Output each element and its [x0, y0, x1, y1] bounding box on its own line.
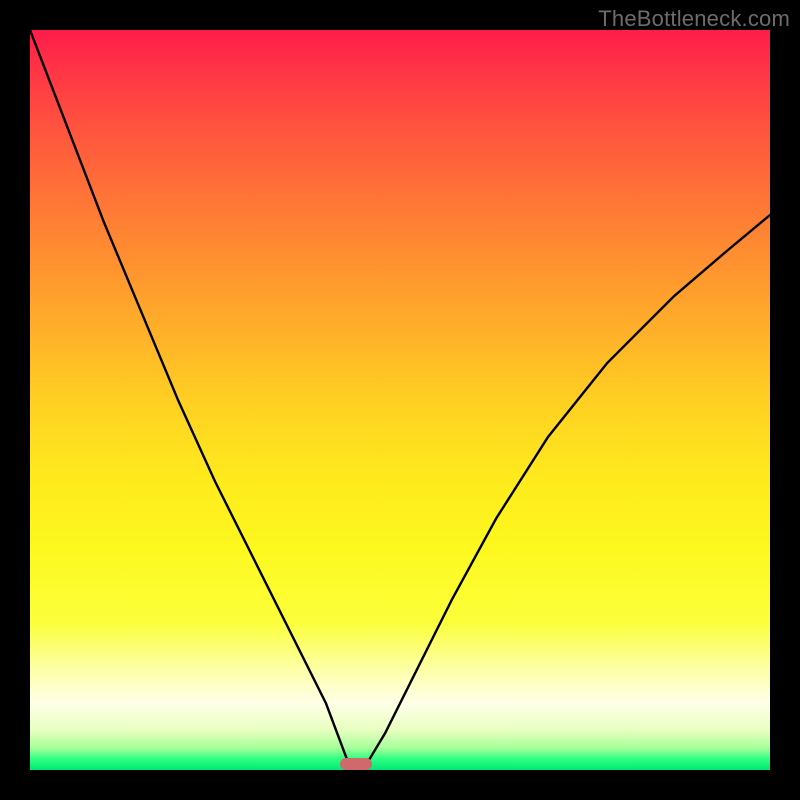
watermark-text: TheBottleneck.com [598, 6, 790, 32]
chart-container: TheBottleneck.com [0, 0, 800, 800]
plot-area [30, 30, 770, 770]
optimal-marker [340, 758, 372, 770]
bottleneck-curve [30, 30, 770, 770]
curve-path [30, 30, 770, 770]
